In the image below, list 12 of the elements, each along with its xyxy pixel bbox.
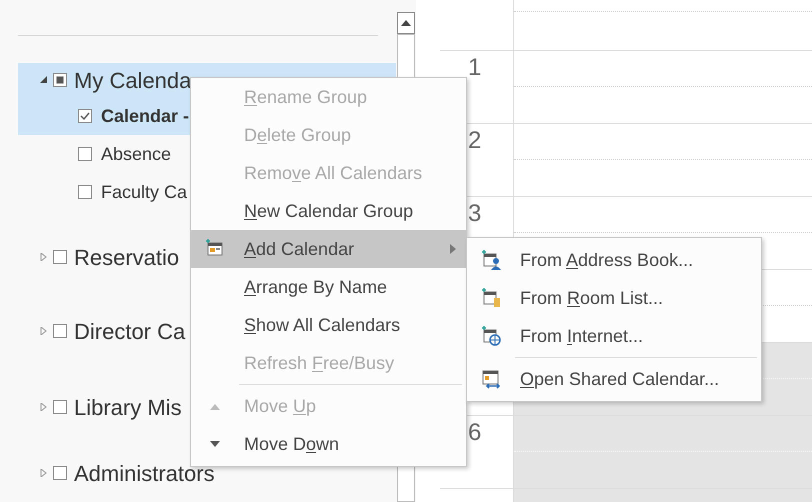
calendar-group-name: Library Mis: [74, 394, 182, 422]
calendar-group-name: Director Ca: [74, 318, 186, 346]
hour-label: 6: [468, 420, 482, 446]
hour-label: 2: [468, 128, 482, 154]
calendar-group-name: Administrators: [74, 460, 215, 488]
hour-label: 3: [468, 201, 482, 227]
calendar-name: Calendar -: [101, 104, 190, 128]
hour-label: 1: [468, 55, 482, 81]
calendar-name: Absence: [101, 142, 172, 166]
calendar-group-name: Reservatio: [74, 244, 180, 272]
calendar-name: Faculty Ca: [101, 180, 188, 204]
calendar-group-name: My Calenda: [74, 66, 192, 95]
